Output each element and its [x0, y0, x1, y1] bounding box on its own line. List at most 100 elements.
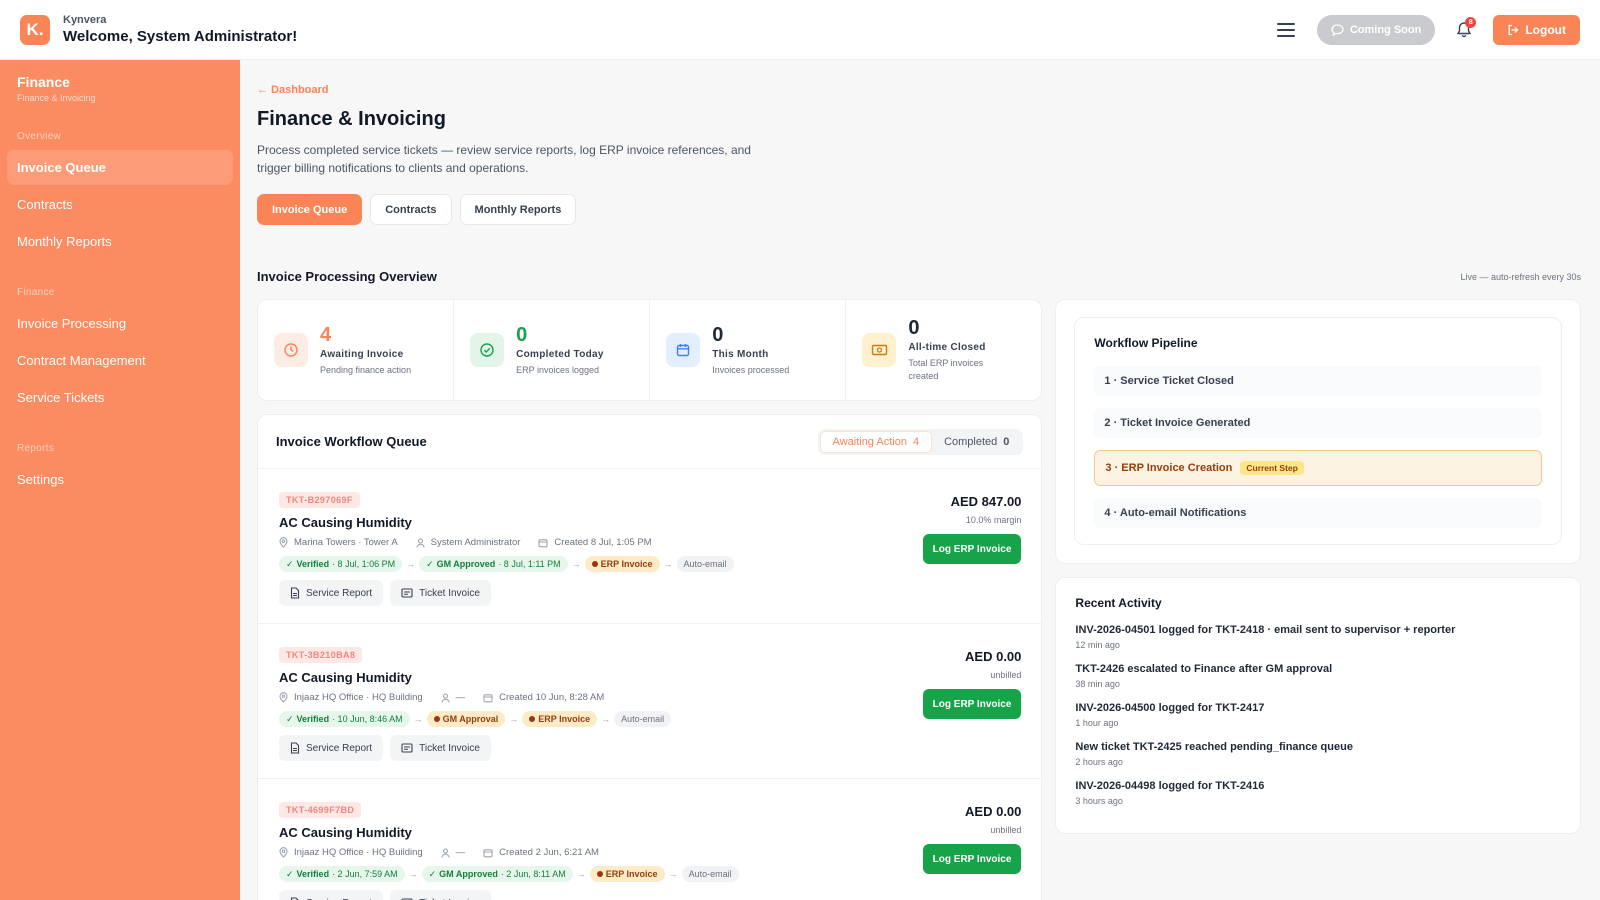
ticket-created: Created 10 Jun, 8:28 AM [499, 692, 605, 703]
coming-soon-label: Coming Soon [1349, 23, 1422, 36]
logout-button[interactable]: Logout [1493, 14, 1580, 45]
arrow-right-icon: → [663, 559, 673, 569]
chip-verified: ✓ Verified · 2 Jun, 7:59 AM [279, 866, 405, 882]
activity-text: INV-2026-04498 logged for TKT-2416 [1075, 780, 1265, 792]
activity-item: New ticket TKT-2425 reached pending_fina… [1075, 741, 1561, 767]
left-column: 4 Awaiting Invoice Pending finance actio… [257, 299, 1043, 900]
tab-monthly-reports[interactable]: Monthly Reports [459, 194, 577, 225]
filter-count: 0 [1003, 435, 1010, 448]
sidebar-item-invoice-queue[interactable]: Invoice Queue [7, 150, 233, 185]
ticket-meta: Injaaz HQ Office · HQ Building — Created… [279, 847, 899, 858]
ticket-progress: ✓ Verified · 2 Jun, 7:59 AM → ✓ GM Approv… [279, 866, 899, 882]
log-erp-invoice-button[interactable]: Log ERP Invoice [922, 534, 1022, 564]
clock-icon [274, 333, 308, 367]
ticket-invoice-button[interactable]: Ticket Invoice [390, 580, 491, 606]
pipeline-step-current: 3 · ERP Invoice Creation Current Step [1094, 450, 1542, 486]
document-icon [290, 587, 300, 599]
log-erp-invoice-button[interactable]: Log ERP Invoice [922, 844, 1022, 874]
app-logo[interactable]: K. [20, 14, 50, 45]
brand-block: Kynvera Welcome, System Administrator! [63, 14, 297, 45]
activity-item: INV-2026-04498 logged for TKT-2416 3 hou… [1075, 780, 1561, 806]
page-description: Process completed service tickets — revi… [257, 143, 751, 175]
stat-label: Completed Today [516, 348, 604, 360]
ticket-code[interactable]: TKT-3B210BA8 [279, 647, 363, 663]
ticket-actions: Service Report Ticket Invoice [279, 580, 899, 606]
queue-header: Invoice Workflow Queue Awaiting Action 4… [258, 415, 1042, 469]
log-erp-invoice-button[interactable]: Log ERP Invoice [922, 689, 1022, 719]
ticket-amount: AED 0.00 [965, 649, 1022, 664]
arrow-right-icon: → [576, 869, 586, 879]
sidebar-item-settings[interactable]: Settings [7, 462, 233, 497]
chip-gm-approval: GM Approval [426, 711, 506, 727]
sidebar-item-contract-management[interactable]: Contract Management [7, 343, 233, 378]
arrow-right-icon: → [408, 869, 418, 879]
service-report-button[interactable]: Service Report [279, 890, 384, 900]
ticket-margin: unbilled [990, 670, 1022, 680]
menu-button[interactable] [1271, 15, 1301, 45]
chip-verified: ✓ Verified · 8 Jul, 1:06 PM [279, 556, 403, 572]
arrow-right-icon: → [601, 714, 611, 724]
activity-time: 3 hours ago [1075, 796, 1123, 806]
arrow-right-icon: → [413, 714, 423, 724]
ticket-amount: AED 847.00 [950, 494, 1022, 509]
sidebar-item-invoice-processing[interactable]: Invoice Processing [7, 306, 233, 341]
invoice-icon [401, 588, 413, 598]
activity-time: 1 hour ago [1075, 718, 1119, 728]
stat-subtext: Invoices processed [712, 364, 790, 375]
notification-count-badge: 8 [1465, 16, 1477, 28]
sidebar-section-reports: Reports [17, 443, 55, 454]
back-to-dashboard-link[interactable]: ← Dashboard [257, 84, 1581, 96]
calendar-icon [538, 538, 548, 547]
service-report-button[interactable]: Service Report [279, 735, 384, 761]
ticket-title: AC Causing Humidity [279, 825, 412, 840]
location-pin-icon [279, 692, 288, 703]
ticket-code[interactable]: TKT-4699F7BD [279, 802, 362, 818]
activity-text: INV-2026-04500 logged for TKT-2417 [1075, 702, 1265, 714]
check-circle-icon [470, 333, 505, 367]
location-pin-icon [279, 537, 288, 548]
filter-count: 4 [912, 435, 920, 448]
overview-title: Invoice Processing Overview [257, 269, 437, 284]
hamburger-icon [1276, 22, 1295, 37]
coming-soon-button[interactable]: Coming Soon [1316, 14, 1436, 45]
live-refresh-note: Live — auto-refresh every 30s [1460, 271, 1581, 282]
invoice-workflow-queue: Invoice Workflow Queue Awaiting Action 4… [257, 414, 1043, 900]
stat-subtext: Total ERP invoices created [908, 358, 984, 381]
filter-completed[interactable]: Completed 0 [932, 431, 1021, 453]
stat-value: 4 [320, 323, 332, 346]
tab-invoice-queue[interactable]: Invoice Queue [257, 194, 363, 225]
calendar-icon [483, 693, 493, 702]
service-report-button[interactable]: Service Report [279, 580, 384, 606]
pipeline-step-label: 3 · ERP Invoice Creation [1105, 462, 1233, 474]
ticket-location: Marina Towers · Tower A [294, 537, 398, 548]
ticket-code[interactable]: TKT-B297069F [279, 492, 360, 508]
logout-label: Logout [1525, 22, 1566, 37]
ticket-assignee: — [455, 692, 466, 703]
activity-text: TKT-2426 escalated to Finance after GM a… [1075, 663, 1333, 675]
sidebar-title: Finance [17, 74, 70, 90]
ticket-invoice-button[interactable]: Ticket Invoice [390, 890, 491, 900]
stat-value: 0 [516, 323, 528, 346]
activity-time: 12 min ago [1075, 640, 1120, 650]
ticket-row: TKT-B297069F AC Causing Humidity Marina … [258, 469, 1042, 624]
ticket-assignee: — [455, 847, 466, 858]
chip-erp-invoice: ERP Invoice [589, 866, 665, 882]
document-icon [290, 742, 300, 754]
ticket-progress: ✓ Verified · 8 Jul, 1:06 PM → ✓ GM Approv… [279, 556, 899, 572]
logout-icon [1508, 24, 1519, 35]
chip-auto-email: Auto-email [681, 866, 739, 882]
ticket-invoice-button[interactable]: Ticket Invoice [390, 735, 491, 761]
right-column: Workflow Pipeline 1 · Service Ticket Clo… [1055, 299, 1581, 900]
stat-label: This Month [712, 348, 769, 360]
chip-erp-invoice: ERP Invoice [584, 556, 660, 572]
filter-awaiting-action[interactable]: Awaiting Action 4 [819, 430, 933, 453]
sidebar-item-monthly-reports[interactable]: Monthly Reports [7, 224, 233, 259]
stat-label: All-time Closed [908, 342, 986, 353]
notifications-button[interactable]: 8 [1451, 15, 1477, 45]
sidebar-item-service-tickets[interactable]: Service Tickets [7, 380, 233, 415]
tab-contracts[interactable]: Contracts [370, 194, 452, 225]
stat-completed-today: 0 Completed Today ERP invoices logged [454, 300, 651, 400]
sidebar-item-contracts[interactable]: Contracts [7, 187, 233, 222]
ticket-title: AC Causing Humidity [279, 670, 412, 685]
activity-item: INV-2026-04501 logged for TKT-2418 · ema… [1075, 624, 1561, 650]
